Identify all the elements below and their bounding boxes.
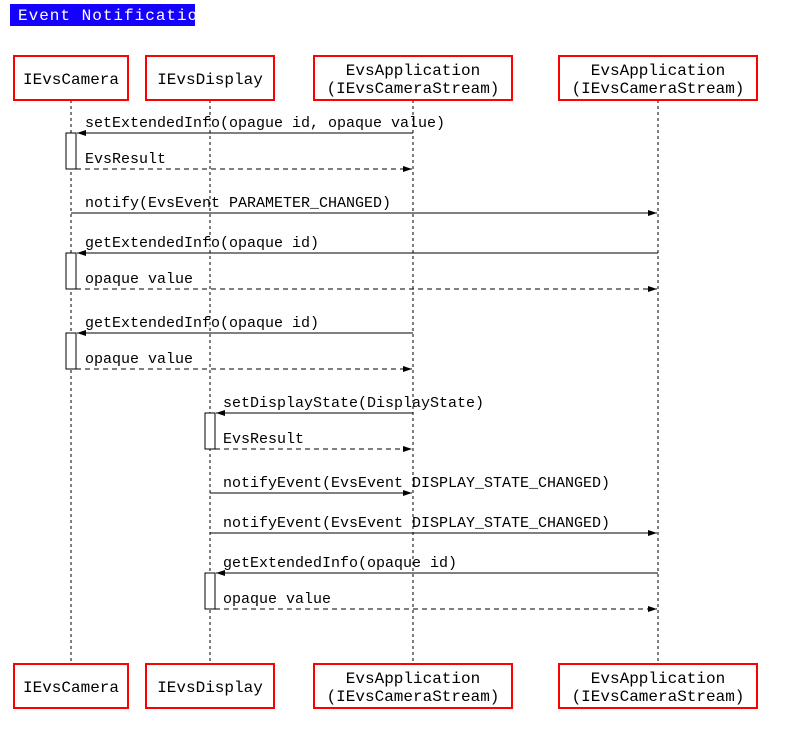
label-app-a-bot-1: EvsApplication bbox=[346, 670, 480, 688]
ret-opaque-b-text: opaque value bbox=[85, 271, 193, 288]
activation-camera-1 bbox=[66, 133, 76, 169]
activation-display-1 bbox=[205, 413, 215, 449]
msg-getextinfo-a-text: getExtendedInfo(opaque id) bbox=[85, 315, 319, 332]
label-app-a-bot-2: (IEvsCameraStream) bbox=[327, 688, 500, 706]
label-camera-bot: IEvsCamera bbox=[23, 679, 119, 697]
msg-getextinfo-b-text: getExtendedInfo(opaque id) bbox=[85, 235, 319, 252]
label-camera-top: IEvsCamera bbox=[23, 71, 119, 89]
label-display-top: IEvsDisplay bbox=[157, 71, 263, 89]
msg-notify-param-text: notify(EvsEvent PARAMETER_CHANGED) bbox=[85, 195, 391, 212]
ret-opaque-a-text: opaque value bbox=[85, 351, 193, 368]
ret-evsresult-1-text: EvsResult bbox=[85, 151, 166, 168]
label-app-b-top-1: EvsApplication bbox=[591, 62, 725, 80]
label-app-b-bot-2: (IEvsCameraStream) bbox=[572, 688, 745, 706]
msg-setdisplaystate-text: setDisplayState(DisplayState) bbox=[223, 395, 484, 412]
label-app-a-top-1: EvsApplication bbox=[346, 62, 480, 80]
label-app-a-top-2: (IEvsCameraStream) bbox=[327, 80, 500, 98]
msg-getextinfo-disp-text: getExtendedInfo(opaque id) bbox=[223, 555, 457, 572]
activation-camera-2 bbox=[66, 253, 76, 289]
label-app-b-bot-1: EvsApplication bbox=[591, 670, 725, 688]
title-text: Event Notification bbox=[18, 7, 209, 25]
ret-evsresult-2-text: EvsResult bbox=[223, 431, 304, 448]
label-app-b-top-2: (IEvsCameraStream) bbox=[572, 80, 745, 98]
label-display-bot: IEvsDisplay bbox=[157, 679, 263, 697]
sequence-diagram: Event Notification IEvsCamera IEvsDispla… bbox=[0, 0, 792, 734]
activation-camera-3 bbox=[66, 333, 76, 369]
activation-display-2 bbox=[205, 573, 215, 609]
msg-setextendedinfo-text: setExtendedInfo(opague id, opaque value) bbox=[85, 115, 445, 132]
msg-notify-disp-a-text: notifyEvent(EvsEvent DISPLAY_STATE_CHANG… bbox=[223, 475, 610, 492]
msg-notify-disp-b-text: notifyEvent(EvsEvent DISPLAY_STATE_CHANG… bbox=[223, 515, 610, 532]
ret-opaque-disp-text: opaque value bbox=[223, 591, 331, 608]
